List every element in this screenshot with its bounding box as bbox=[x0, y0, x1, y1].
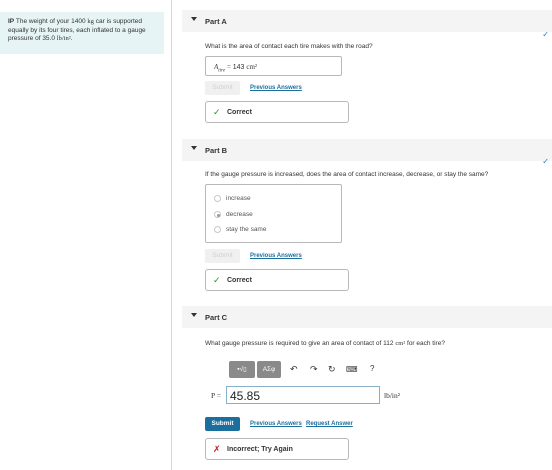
part-c-question: What gauge pressure is required to give … bbox=[205, 340, 445, 347]
reset-icon[interactable]: ↻ bbox=[328, 364, 336, 375]
part-b-question: If the gauge pressure is increased, does… bbox=[205, 171, 489, 178]
part-a-previous-answers-link[interactable]: Previous Answers bbox=[250, 85, 302, 91]
problem-unit: lb/in² bbox=[56, 35, 71, 42]
help-button[interactable]: ? bbox=[370, 364, 374, 373]
var-label: P = bbox=[211, 391, 221, 400]
part-b-previous-answers-link[interactable]: Previous Answers bbox=[250, 253, 302, 259]
redo-icon[interactable]: ↷ bbox=[310, 364, 318, 375]
radio-button-selected[interactable] bbox=[214, 211, 221, 218]
greek-symbols-button[interactable]: ΑΣφ bbox=[257, 361, 281, 378]
part-a-title: Part A bbox=[205, 17, 227, 26]
problem-kg: kg bbox=[87, 18, 94, 25]
column-divider bbox=[171, 0, 172, 470]
part-b-header[interactable]: Part B ✓ bbox=[182, 139, 552, 166]
radio-button[interactable] bbox=[214, 195, 221, 202]
part-a-feedback-text: Correct bbox=[227, 109, 252, 116]
part-b-choices: increase decrease stay the same bbox=[205, 184, 342, 243]
math-toolbar: ▪√▯ ΑΣφ ↶ ↷ ↻ ⌨ ? bbox=[227, 361, 382, 380]
undo-icon[interactable]: ↶ bbox=[290, 364, 298, 375]
templates-button[interactable]: ▪√▯ bbox=[229, 361, 255, 378]
collapse-caret-icon[interactable] bbox=[191, 17, 197, 21]
problem-text-1: The weight of your 1400 bbox=[15, 18, 86, 25]
part-b-submit-button: Submit bbox=[205, 249, 240, 263]
answer-input[interactable]: 45.85 bbox=[226, 386, 380, 404]
problem-prefix: IP bbox=[8, 18, 15, 25]
part-c-title: Part C bbox=[205, 313, 228, 322]
part-a-feedback: ✓ Correct bbox=[205, 101, 349, 123]
part-a-answer: Atire = 143 cm² bbox=[214, 63, 257, 74]
answer-unit: lb/in² bbox=[384, 391, 400, 400]
part-b-feedback: ✓ Correct bbox=[205, 269, 349, 291]
problem-statement: IP The weight of your 1400 kg car is sup… bbox=[0, 12, 164, 54]
check-icon: ✓ bbox=[213, 275, 221, 285]
keyboard-icon[interactable]: ⌨ bbox=[346, 365, 358, 374]
collapse-caret-icon[interactable] bbox=[191, 313, 197, 317]
part-c-submit-button[interactable]: Submit bbox=[205, 417, 240, 431]
answer-input-value[interactable]: 45.85 bbox=[230, 389, 260, 403]
part-c-feedback: ✗ Incorrect; Try Again bbox=[205, 438, 349, 460]
part-a-answer-box: Atire = 143 cm² bbox=[205, 56, 342, 76]
part-b-feedback-text: Correct bbox=[227, 277, 252, 284]
part-a-header[interactable]: Part A ✓ bbox=[182, 10, 552, 39]
cross-icon: ✗ bbox=[213, 444, 221, 454]
part-c-request-answer-link[interactable]: Request Answer bbox=[306, 421, 353, 427]
part-c-feedback-text: Incorrect; Try Again bbox=[227, 446, 293, 453]
part-b-title: Part B bbox=[205, 146, 228, 155]
radio-button[interactable] bbox=[214, 226, 221, 233]
part-b-complete-check-icon: ✓ bbox=[542, 157, 549, 166]
check-icon: ✓ bbox=[213, 107, 221, 117]
part-c-header[interactable]: Part C bbox=[182, 306, 552, 328]
problem-period: . bbox=[70, 35, 73, 42]
part-c-previous-answers-link[interactable]: Previous Answers bbox=[250, 421, 302, 427]
part-a-complete-check-icon: ✓ bbox=[542, 30, 549, 39]
collapse-caret-icon[interactable] bbox=[191, 146, 197, 150]
part-a-question: What is the area of contact each tire ma… bbox=[205, 43, 373, 50]
part-a-submit-button: Submit bbox=[205, 81, 240, 95]
